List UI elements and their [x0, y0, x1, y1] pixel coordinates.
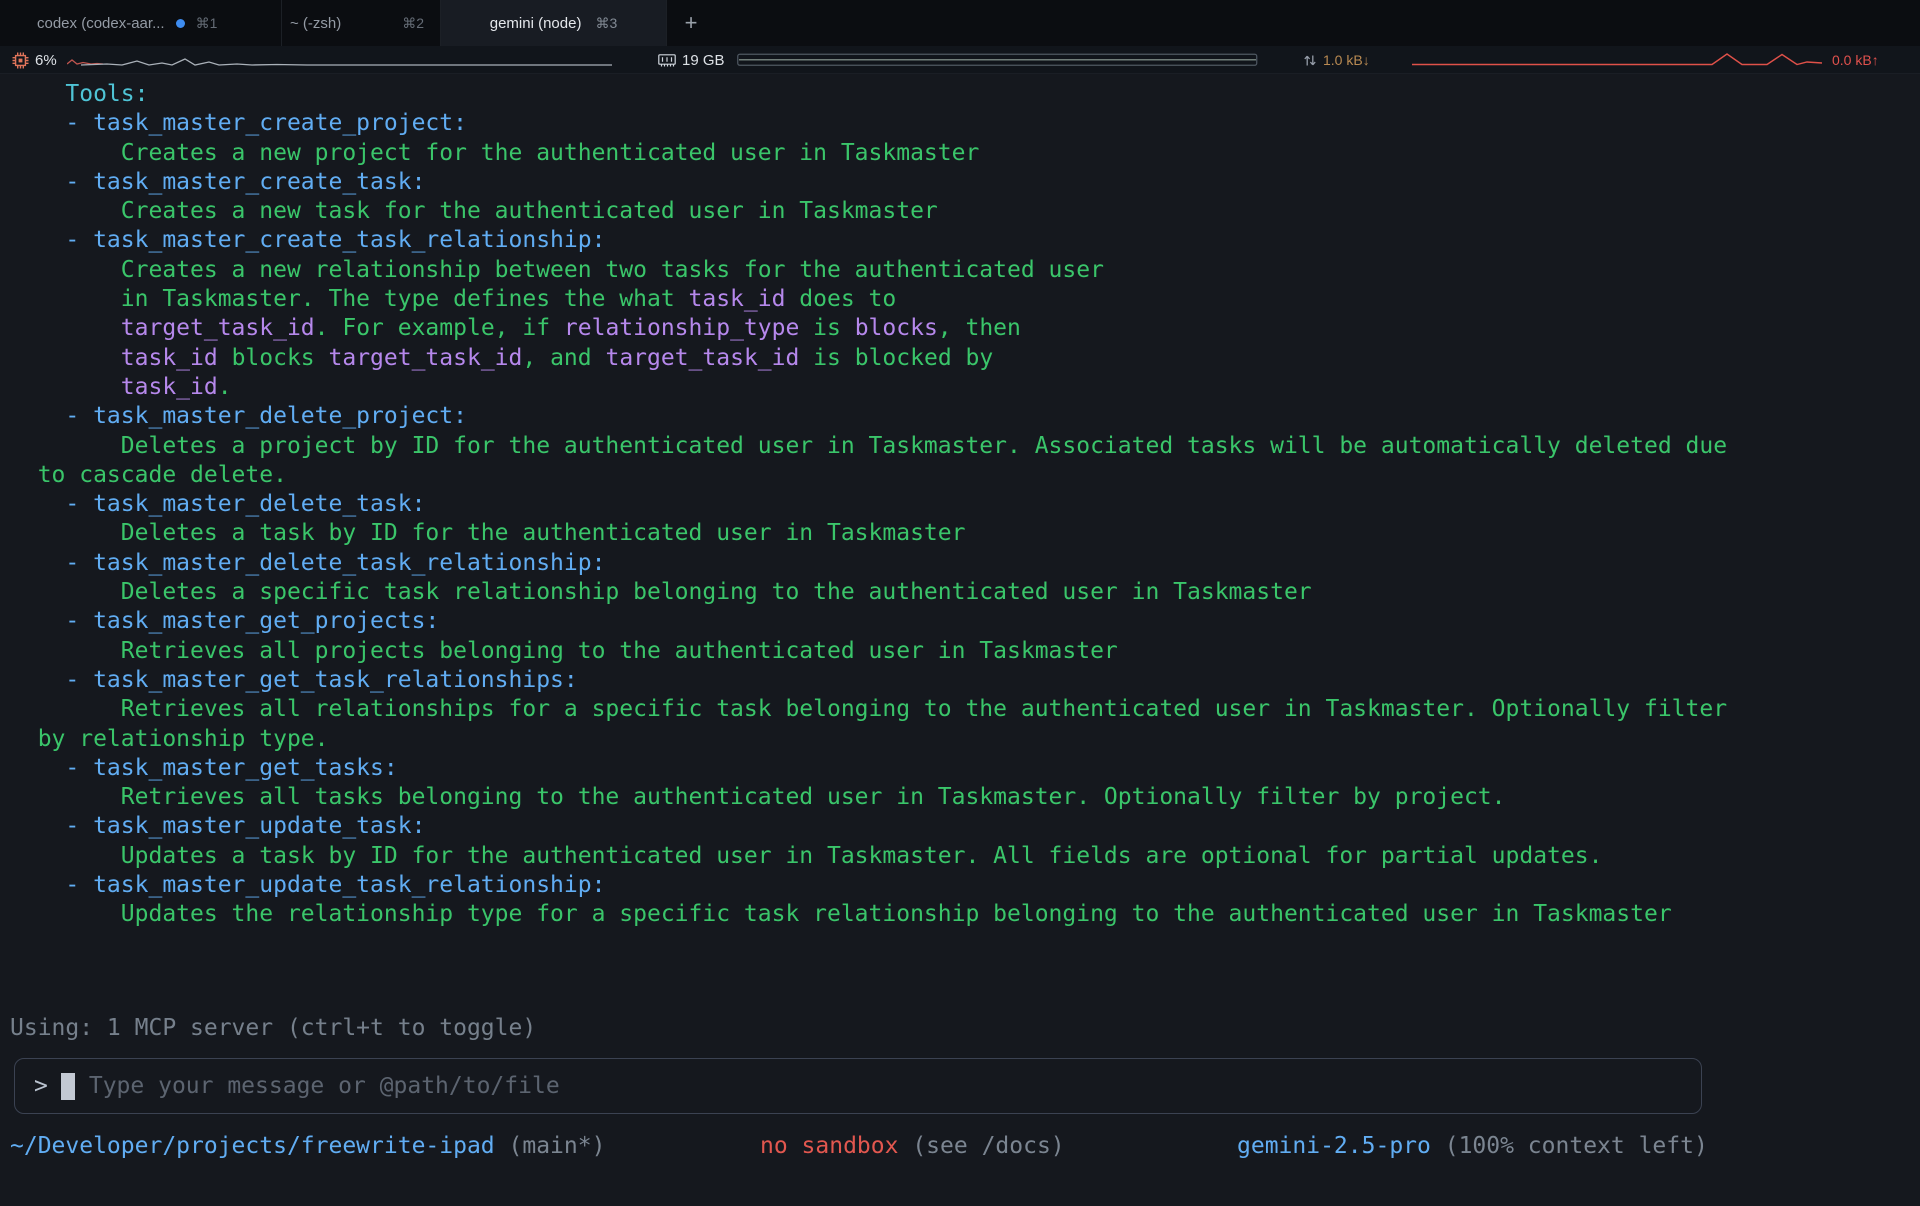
terminal-line: Retrieves all projects belonging to the …: [10, 637, 1920, 666]
cpu-icon: [12, 52, 29, 69]
terminal-line: - task_master_create_task:: [10, 168, 1920, 197]
memory-icon: [658, 54, 676, 67]
terminal-line: - task_master_update_task_relationship:: [10, 871, 1920, 900]
tab-strip: codex (codex-aar... ⌘1 ~ (-zsh) ⌘2 gemini (n…: [0, 0, 667, 46]
status-bar: 6% 19 GB 1.0 kB↓ 0.0 kB↑: [0, 46, 1920, 74]
terminal-line: Deletes a specific task relationship bel…: [10, 578, 1920, 607]
tab-shortcut: ⌘2: [402, 15, 424, 32]
network-down-value: 1.0 kB↓: [1323, 52, 1370, 68]
git-branch: (main*): [495, 1133, 606, 1159]
tab-gemini-node[interactable]: gemini (node) ⌘3: [441, 0, 667, 46]
terminal-line: - task_master_delete_task:: [10, 490, 1920, 519]
terminal-line: - task_master_create_task_relationship:: [10, 226, 1920, 255]
terminal-output: Tools: - task_master_create_project: Cre…: [0, 74, 1920, 930]
context-left: (100% context left): [1431, 1133, 1708, 1159]
tab-bar: codex (codex-aar... ⌘1 ~ (-zsh) ⌘2 gemini (n…: [0, 0, 1920, 46]
tab-label: ~ (-zsh): [290, 15, 341, 32]
tab-shortcut: ⌘1: [196, 15, 218, 32]
memory-bar: [737, 53, 1258, 67]
terminal-line: Creates a new task for the authenticated…: [10, 197, 1920, 226]
model-status: gemini-2.5-pro (100% context left): [1237, 1132, 1708, 1161]
memory-meter: 19 GB: [658, 46, 725, 74]
terminal-line: Creates a new relationship between two t…: [10, 256, 1920, 285]
new-tab-button[interactable]: +: [667, 0, 715, 46]
mcp-status-line: Using: 1 MCP server (ctrl+t to toggle): [10, 1014, 536, 1043]
input-prompt: >: [34, 1073, 48, 1099]
cpu-meter: 6%: [12, 46, 57, 74]
terminal-line: Retrieves all tasks belonging to the aut…: [10, 783, 1920, 812]
terminal-line: to cascade delete.: [10, 461, 1920, 490]
terminal-line: Deletes a task by ID for the authenticat…: [10, 519, 1920, 548]
terminal-line: by relationship type.: [10, 725, 1920, 754]
terminal-line: task_id.: [10, 373, 1920, 402]
activity-indicator-dot: [176, 19, 185, 28]
terminal-line: target_task_id. For example, if relation…: [10, 314, 1920, 343]
terminal-line: Updates a task by ID for the authenticat…: [10, 842, 1920, 871]
cpu-graph: [67, 51, 612, 69]
network-meter: 1.0 kB↓: [1303, 46, 1370, 74]
terminal-line: Tools:: [10, 80, 1920, 109]
sandbox-label: no sandbox: [760, 1133, 898, 1159]
terminal-line: - task_master_delete_project:: [10, 402, 1920, 431]
cpu-value: 6%: [35, 52, 57, 69]
tab-shortcut: ⌘3: [595, 15, 617, 32]
terminal-line: - task_master_update_task:: [10, 812, 1920, 841]
sandbox-note: (see /docs): [898, 1133, 1064, 1159]
tab-label: gemini (node): [490, 15, 582, 32]
tab-label: codex (codex-aar...: [37, 15, 165, 32]
tab-zsh[interactable]: ~ (-zsh) ⌘2: [282, 0, 441, 46]
terminal-line: - task_master_get_projects:: [10, 607, 1920, 636]
text-cursor: [61, 1073, 75, 1100]
terminal-line: task_id blocks target_task_id, and targe…: [10, 344, 1920, 373]
network-up-value: 0.0 kB↑: [1832, 46, 1879, 74]
memory-value: 19 GB: [682, 52, 725, 69]
cwd-branch: ~/Developer/projects/freewrite-ipad (mai…: [10, 1132, 605, 1161]
sandbox-status: no sandbox (see /docs): [760, 1132, 1065, 1161]
terminal-line: Updates the relationship type for a spec…: [10, 900, 1920, 929]
terminal-line: - task_master_delete_task_relationship:: [10, 549, 1920, 578]
terminal-line: Deletes a project by ID for the authenti…: [10, 432, 1920, 461]
terminal-line: - task_master_get_task_relationships:: [10, 666, 1920, 695]
terminal-line: Retrieves all relationships for a specif…: [10, 695, 1920, 724]
tab-codex[interactable]: codex (codex-aar... ⌘1: [0, 0, 282, 46]
terminal-line: in Taskmaster. The type defines the what…: [10, 285, 1920, 314]
footer: ~/Developer/projects/freewrite-ipad (mai…: [0, 1132, 1920, 1161]
network-icon: [1303, 53, 1317, 68]
terminal-line: - task_master_create_project:: [10, 109, 1920, 138]
network-graph: [1412, 51, 1822, 69]
terminal-line: - task_master_get_tasks:: [10, 754, 1920, 783]
model-name: gemini-2.5-pro: [1237, 1133, 1431, 1159]
input-placeholder: Type your message or @path/to/file: [89, 1073, 560, 1099]
cwd-path: ~/Developer/projects/freewrite-ipad: [10, 1133, 495, 1159]
terminal-line: Creates a new project for the authentica…: [10, 139, 1920, 168]
message-input[interactable]: > Type your message or @path/to/file: [14, 1058, 1702, 1114]
